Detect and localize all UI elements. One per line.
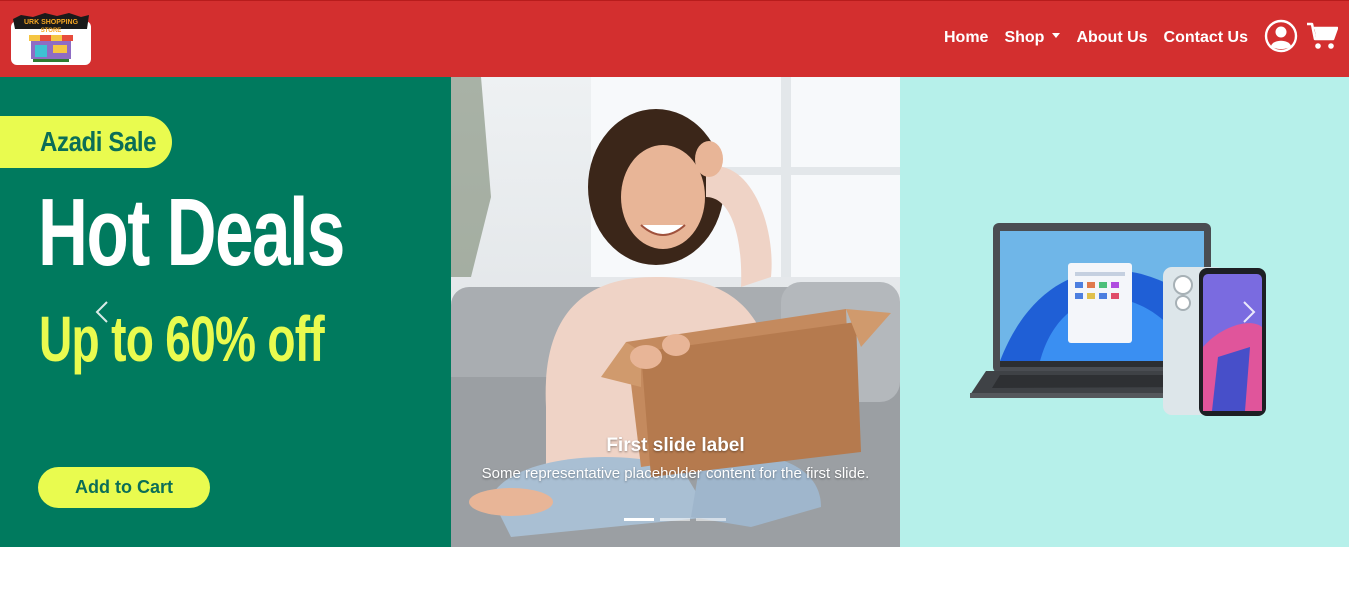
sale-badge-text: Azadi Sale: [40, 126, 157, 157]
nav-shop-dropdown[interactable]: Shop: [1004, 29, 1061, 47]
promo-discount: Up to 60% off: [39, 303, 325, 375]
add-to-cart-button[interactable]: Add to Cart: [38, 467, 210, 508]
carousel-indicator[interactable]: [660, 518, 690, 521]
shopping-cart-icon[interactable]: [1306, 21, 1339, 51]
promo-headline: Hot Deals: [38, 179, 345, 286]
svg-text:URK SHOPPING: URK SHOPPING: [24, 19, 79, 26]
caption-text: Some representative placeholder content …: [481, 465, 870, 482]
caption-title: First slide label: [606, 435, 745, 456]
user-circle-icon[interactable]: [1264, 19, 1298, 53]
nav-home-link[interactable]: Home: [944, 29, 988, 47]
hero-carousel: Azadi Sale Hot Deals Up to 60% off Add t…: [0, 77, 1349, 547]
nav-contact-link[interactable]: Contact Us: [1164, 29, 1248, 47]
carousel-prev-chevron-icon[interactable]: [88, 297, 118, 327]
carousel-indicators: [624, 518, 726, 521]
products-slide: [900, 77, 1349, 547]
laptop-phone-image: [970, 223, 1266, 416]
carousel-indicator[interactable]: [696, 518, 726, 521]
nav-about-link[interactable]: About Us: [1076, 29, 1147, 47]
navbar: URK SHOPPING STORE Home Shop About Us Co…: [0, 0, 1349, 77]
caret-down-icon: [1052, 33, 1061, 39]
promo-slide: Azadi Sale Hot Deals Up to 60% off Add t…: [0, 77, 451, 547]
nav-shop-label: Shop: [1004, 29, 1045, 46]
slide-caption: First slide label Some representative pl…: [451, 435, 900, 482]
main-nav: Home Shop About Us Contact Us: [944, 29, 1248, 47]
svg-text:STORE: STORE: [41, 28, 62, 34]
store-logo[interactable]: URK SHOPPING STORE: [11, 13, 91, 65]
carousel-indicator[interactable]: [624, 518, 654, 521]
carousel-next-chevron-icon[interactable]: [1233, 297, 1263, 327]
